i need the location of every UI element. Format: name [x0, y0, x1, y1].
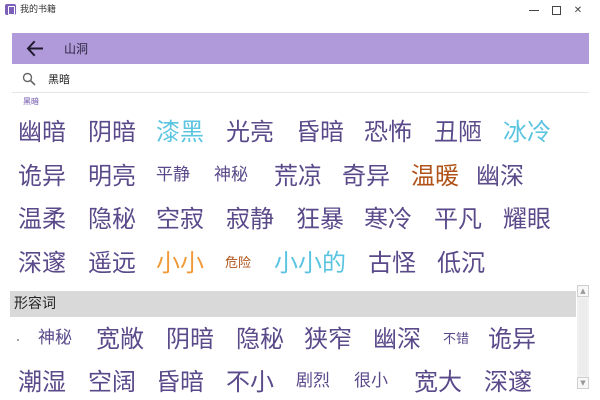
- adjective-item[interactable]: 剧烈: [296, 373, 330, 390]
- adjective-item[interactable]: 昏暗: [156, 370, 204, 394]
- adjective-item[interactable]: 隐秘: [236, 327, 284, 351]
- adjective-item[interactable]: 空阔: [88, 370, 136, 394]
- adjective-item[interactable]: 潮湿: [18, 370, 66, 394]
- adjective-row-clipped: 潮湿 空阔 昏暗 不小 剧烈 很小 宽大 深邃: [0, 368, 576, 400]
- adjective-word-cloud: 神秘 宽敞 阴暗 隐秘 狭窄 幽深 不错 诡异: [0, 0, 600, 400]
- adjective-item[interactable]: 宽敞: [96, 327, 144, 351]
- adjective-item[interactable]: 宽大: [414, 370, 462, 394]
- adjective-item[interactable]: 幽深: [373, 327, 421, 351]
- scroll-track[interactable]: [579, 299, 587, 375]
- adjective-item[interactable]: 狭窄: [304, 327, 352, 351]
- vertical-scrollbar[interactable]: ▲ ▼: [577, 285, 589, 389]
- adjective-item[interactable]: 不错: [443, 333, 469, 346]
- adjective-item[interactable]: 阴暗: [166, 327, 214, 351]
- adjective-item[interactable]: 不小: [226, 370, 274, 394]
- adjective-item[interactable]: 神秘: [38, 330, 72, 347]
- scroll-down-icon[interactable]: ▼: [577, 377, 589, 389]
- adjective-item[interactable]: 很小: [354, 373, 388, 390]
- adjective-item[interactable]: 诡异: [488, 327, 536, 351]
- scroll-up-icon[interactable]: ▲: [577, 285, 589, 297]
- adjective-item[interactable]: 深邃: [484, 370, 532, 394]
